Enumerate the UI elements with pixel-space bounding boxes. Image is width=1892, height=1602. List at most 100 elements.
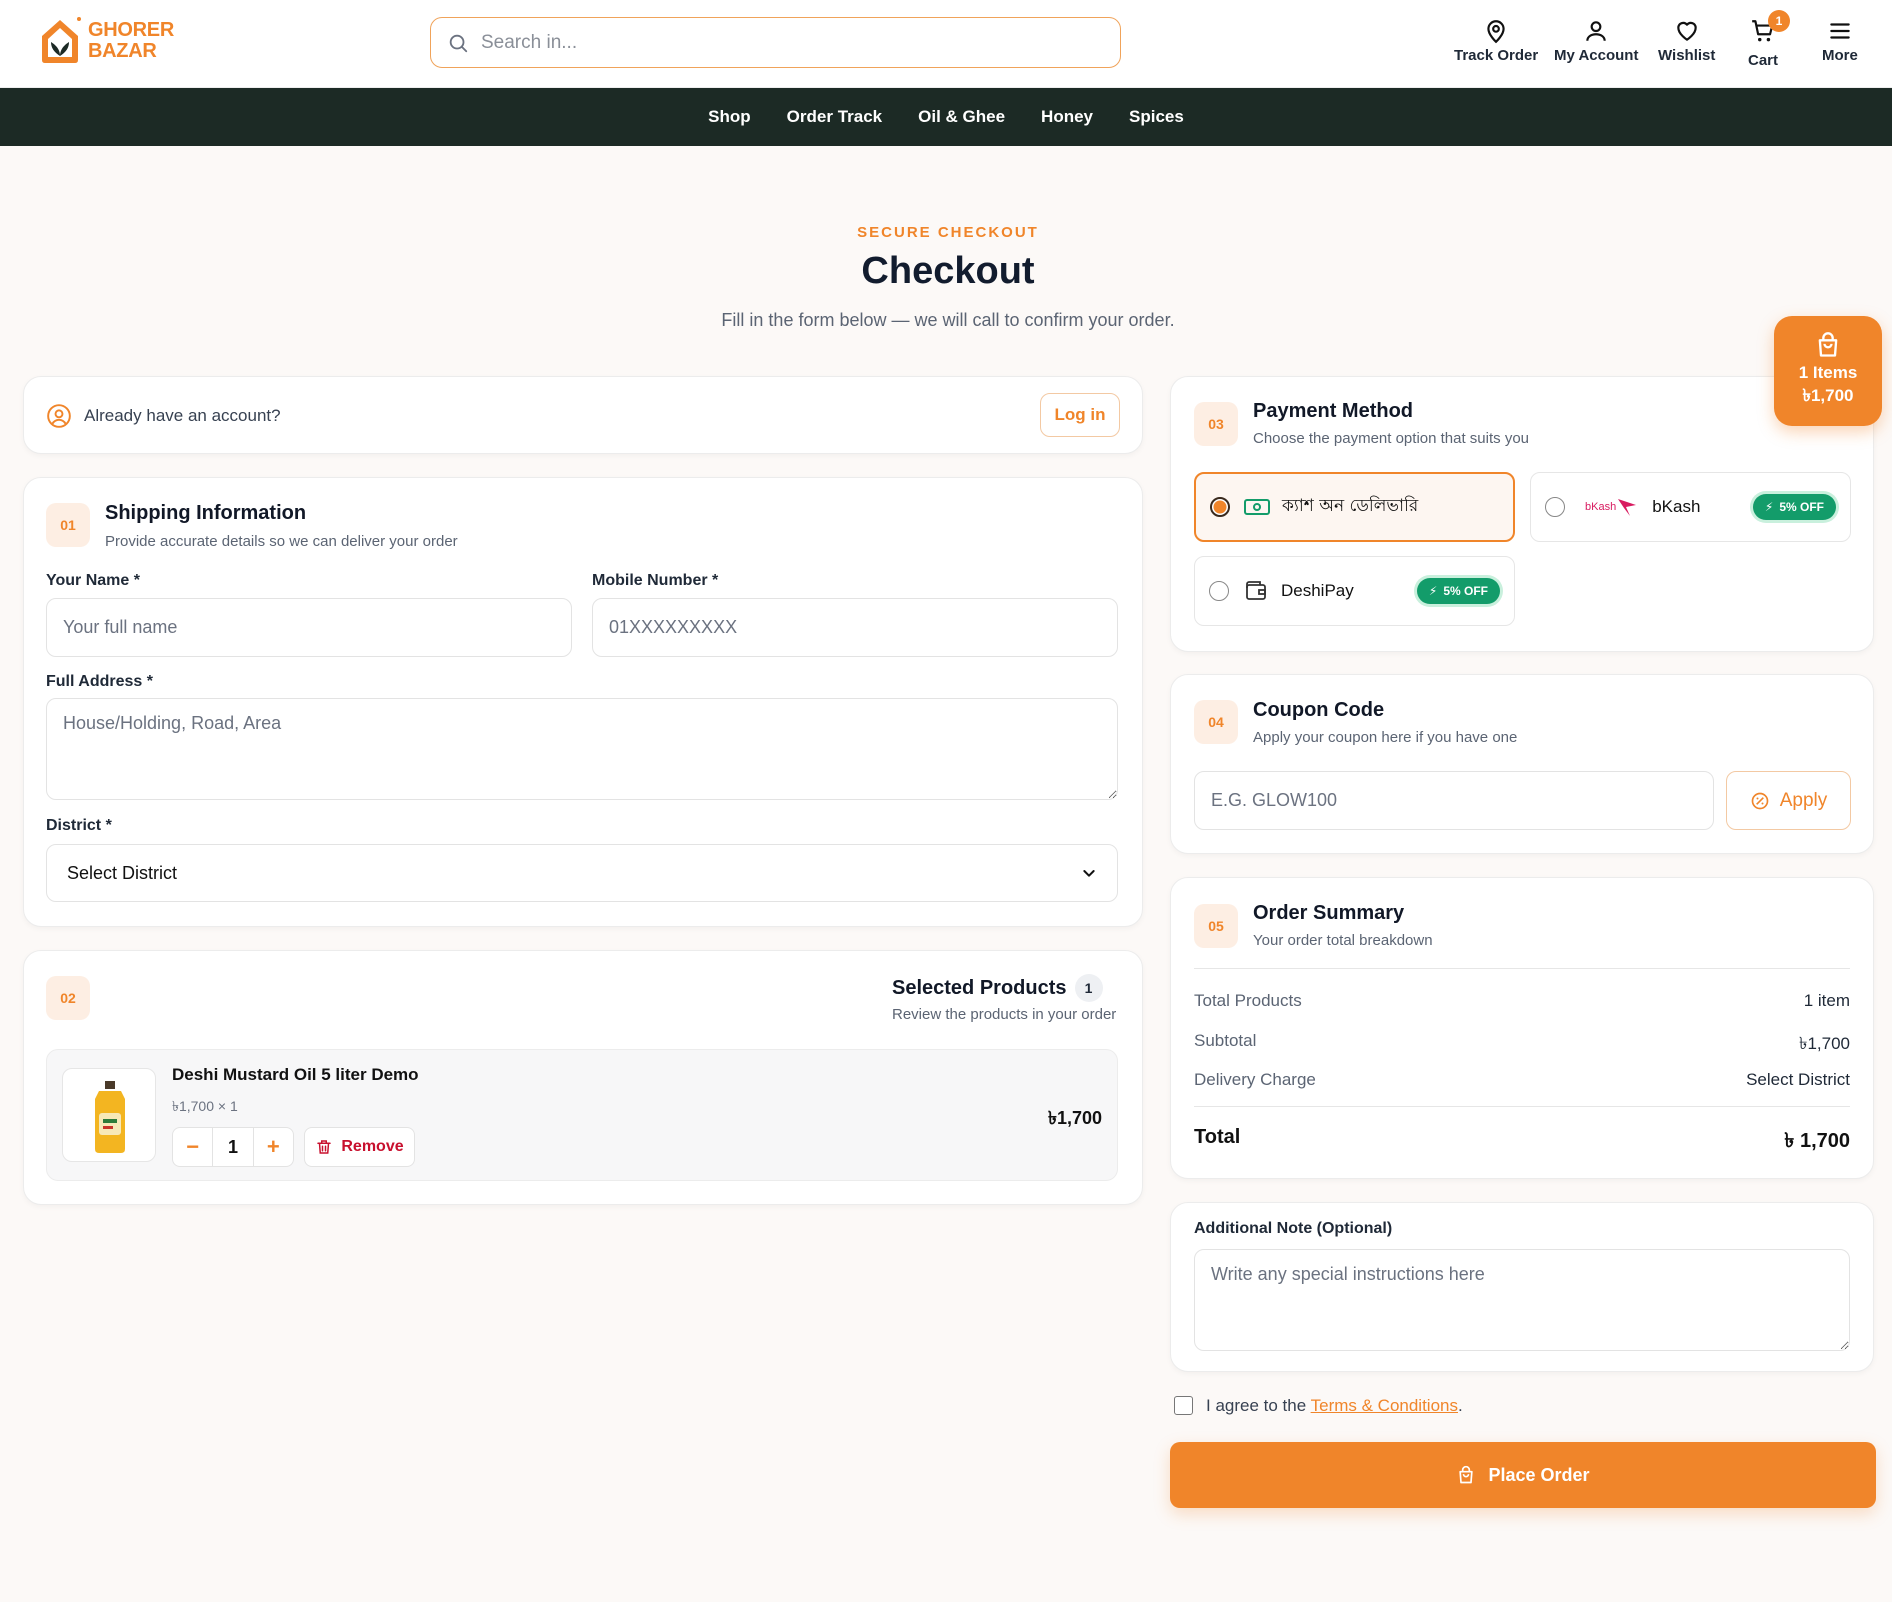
user-icon [1586,21,1606,41]
site-header: GHORER BAZAR Track Order My Account Wish… [0,0,1892,88]
menu-icon [1830,23,1850,39]
note-textarea[interactable] [1194,1249,1850,1351]
nav-shop[interactable]: Shop [708,107,751,127]
nav-honey[interactable]: Honey [1041,107,1093,127]
wishlist-label: Wishlist [1658,47,1716,64]
mobile-label: Mobile Number * [592,572,719,589]
my-account-button[interactable]: My Account [1554,18,1638,64]
deshipay-label: DeshiPay [1281,581,1354,600]
summary-key: Delivery Charge [1194,1070,1316,1089]
step-badge-02: 02 [46,976,90,1020]
name-input[interactable] [46,598,572,657]
deshipay-discount-badge: ⚡ 5% OFF [1416,578,1500,604]
summary-subtitle: Your order total breakdown [1253,932,1433,949]
cash-icon [1244,499,1270,515]
total-label: Total [1194,1126,1241,1148]
quantity-stepper: − 1 + [172,1127,294,1167]
cod-label: ক্যাশ অন ডেলিভারি [1282,496,1419,516]
summary-divider [1194,968,1850,969]
product-image [62,1068,156,1162]
summary-row-delivery: Delivery Charge Select District [1194,1070,1850,1090]
discount-icon [1751,792,1769,809]
qty-value: 1 [212,1128,254,1166]
step-badge-03: 03 [1194,402,1238,446]
track-order-button[interactable]: Track Order [1454,18,1538,64]
summary-title: Order Summary [1253,902,1405,924]
shipping-subtitle: Provide accurate details so we can deliv… [105,533,458,550]
apply-coupon-button[interactable]: Apply [1726,771,1851,830]
page-title: Checkout [861,250,1035,292]
more-label: More [1822,47,1858,64]
main-nav: Shop Order Track Oil & Ghee Honey Spices [0,88,1892,146]
products-count-badge: 1 [1074,974,1103,1002]
floating-cart-widget[interactable]: 1 Items ৳1,700 [1774,316,1882,426]
mobile-input[interactable] [592,598,1118,657]
products-title: Selected Products [892,976,1067,999]
step-badge-04: 04 [1194,700,1238,744]
floating-cart-total: ৳1,700 [1802,386,1854,405]
payment-option-cod[interactable]: ক্যাশ অন ডেলিভারি [1194,472,1515,542]
deshipay-radio[interactable] [1209,581,1229,601]
shopping-bag-icon [1459,1465,1474,1484]
district-select-value: Select District [67,862,178,883]
bkash-discount-badge: ⚡ 5% OFF [1752,494,1836,520]
decrease-qty-button[interactable]: − [173,1128,212,1166]
wishlist-button[interactable]: Wishlist [1658,18,1715,64]
nav-order-track[interactable]: Order Track [787,107,882,127]
oil-bottle-icon [95,1081,125,1153]
cart-button[interactable]: 1 Cart [1748,10,1790,69]
payment-option-bkash[interactable]: bKash bKash ⚡ 5% OFF [1530,472,1851,542]
bkash-logo-text: bKash [1585,501,1617,513]
terms-suffix: . [1458,1396,1463,1415]
product-unit-price: ৳1,700 × 1 [172,1098,238,1114]
summary-total-row: Total ৳ 1,700 [1194,1126,1850,1159]
search-input[interactable] [481,31,1081,54]
account-card: Already have an account? Log in [23,376,1143,454]
logo[interactable]: GHORER BAZAR [38,16,174,66]
increase-qty-button[interactable]: + [254,1128,293,1166]
summary-row-products: Total Products 1 item [1194,991,1850,1011]
payment-title: Payment Method [1253,400,1414,422]
total-value: ৳ 1,700 [1784,1130,1850,1152]
nav-oil-ghee[interactable]: Oil & Ghee [918,107,1005,127]
summary-key: Total Products [1194,991,1302,1010]
trash-icon [317,1140,332,1154]
summary-row-subtotal: Subtotal ৳1,700 [1194,1031,1850,1059]
products-heading: Selected Products 1 [892,974,1103,1002]
deshipay-discount-text: 5% OFF [1443,584,1488,598]
payment-subtitle: Choose the payment option that suits you [1253,430,1530,447]
payment-option-deshipay[interactable]: DeshiPay ⚡ 5% OFF [1194,556,1515,626]
address-textarea[interactable] [46,698,1118,800]
summary-divider [1194,1106,1850,1107]
remove-button[interactable]: Remove [304,1127,415,1167]
bkash-label: bKash [1652,497,1701,516]
terms-prefix: I agree to the [1206,1396,1311,1415]
checkout-eyebrow: SECURE CHECKOUT [857,224,1039,241]
more-button[interactable]: More [1822,18,1858,64]
cod-radio[interactable] [1210,497,1230,517]
terms-checkbox[interactable] [1174,1396,1193,1415]
bkash-logo: bKash [1585,497,1638,517]
place-order-button[interactable]: Place Order [1170,1442,1876,1508]
search-icon [449,34,468,52]
cart-count-badge: 1 [1768,10,1790,32]
logo-text: GHORER BAZAR [88,20,174,62]
name-label: Your Name * [46,572,140,589]
summary-value: Select District [1746,1070,1850,1089]
place-order-label: Place Order [1488,1464,1590,1485]
terms-link[interactable]: Terms & Conditions [1311,1396,1458,1415]
login-button[interactable]: Log in [1040,393,1120,437]
coupon-subtitle: Apply your coupon here if you have one [1253,729,1518,746]
bkash-discount-text: 5% OFF [1779,500,1824,514]
product-name: Deshi Mustard Oil 5 liter Demo [172,1065,419,1084]
step-badge-01: 01 [46,503,90,547]
nav-spices[interactable]: Spices [1129,107,1184,127]
note-label: Additional Note (Optional) [1194,1220,1393,1237]
location-pin-icon [1487,20,1505,44]
header-actions: Track Order My Account Wishlist 1 Cart M… [1440,10,1870,69]
coupon-input[interactable] [1194,771,1714,830]
district-select[interactable]: Select District [46,844,1118,902]
logo-line-2: BAZAR [88,40,157,62]
bkash-radio[interactable] [1545,497,1565,517]
shopping-bag-icon [1818,332,1838,357]
